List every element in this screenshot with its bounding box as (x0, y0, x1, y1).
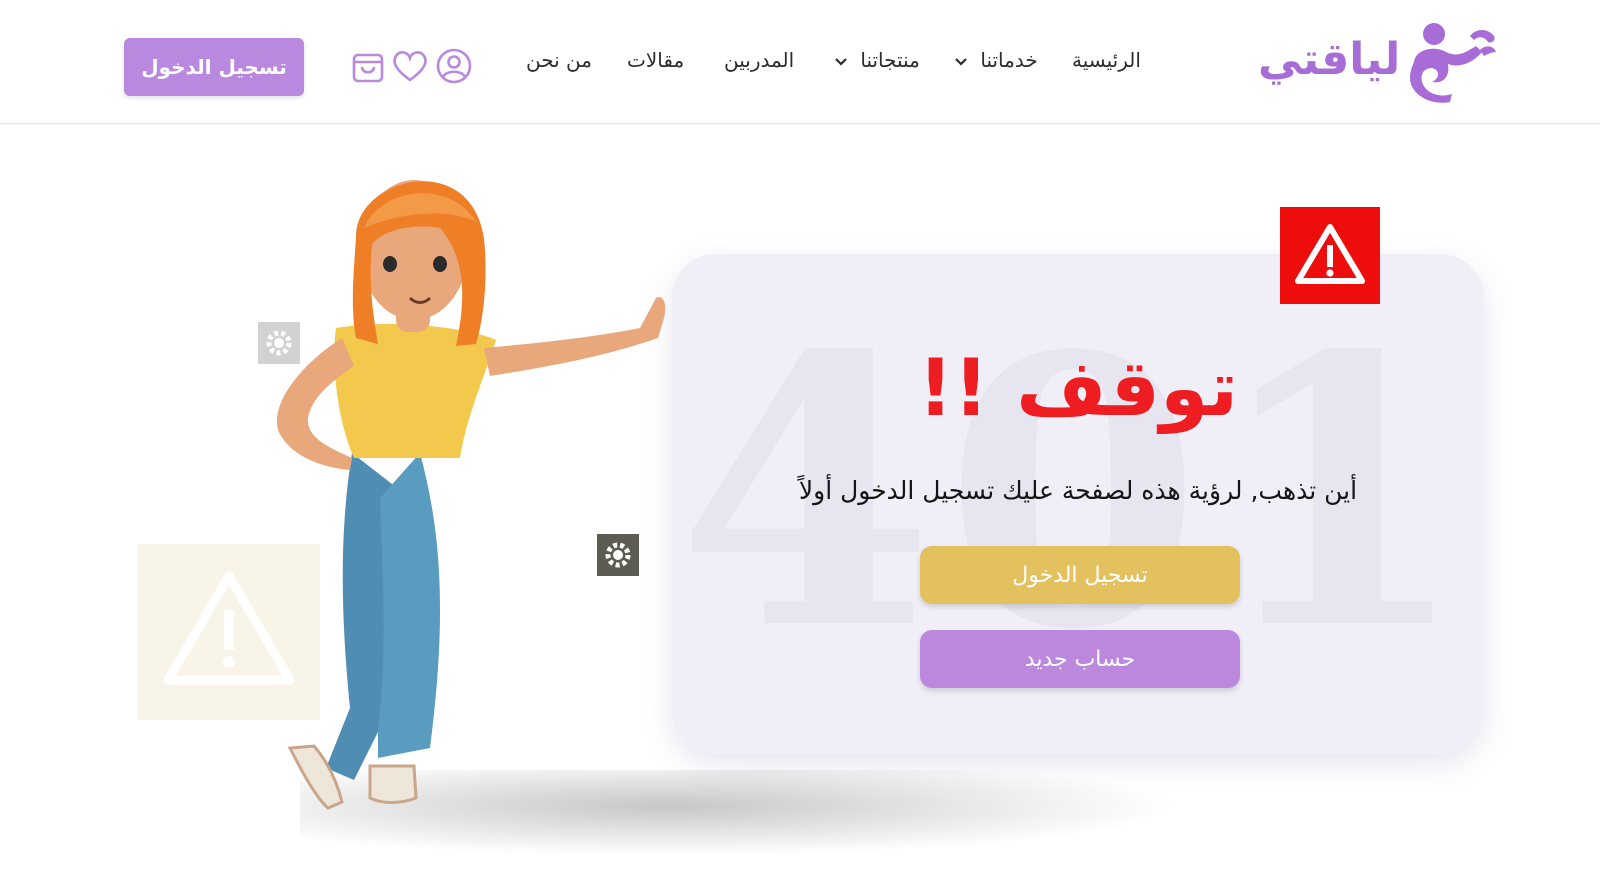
site-header: لياقتي الرئيسية خدماتنا منتجاتنا المدربي… (0, 0, 1600, 124)
nav-item-home[interactable]: الرئيسية (1072, 40, 1141, 80)
nav-item-products[interactable]: منتجاتنا (834, 40, 920, 80)
chevron-down-icon (835, 57, 847, 66)
warning-icon (1280, 207, 1380, 304)
nav-item-label: الرئيسية (1072, 48, 1141, 72)
nav-item-label: خدماتنا (980, 48, 1038, 72)
error-title: توقف !! (917, 344, 1239, 434)
nav-item-label: من نحن (526, 48, 592, 72)
error-message: أين تذهب, لرؤية هذه لصفحة عليك تسجيل الد… (798, 476, 1358, 505)
nav-item-services[interactable]: خدماتنا (954, 40, 1038, 80)
shopping-bag-icon[interactable] (348, 46, 388, 86)
nav-item-articles[interactable]: مقالات (627, 40, 684, 80)
nav-item-about[interactable]: من نحن (526, 40, 592, 80)
error-card: 401 توقف !! أين تذهب, لرؤية هذه لصفحة عل… (672, 254, 1484, 754)
logo-text: لياقتي (1258, 34, 1401, 85)
nav-item-label: مقالات (627, 48, 685, 72)
nav-item-trainers[interactable]: المدربين (724, 40, 794, 80)
header-login-button[interactable]: تسجيل الدخول (124, 38, 304, 96)
register-button[interactable]: حساب جديد (920, 630, 1240, 688)
nav-item-label: منتجاتنا (860, 48, 920, 72)
login-button[interactable]: تسجيل الدخول (920, 546, 1240, 604)
heart-icon[interactable] (390, 46, 430, 86)
chevron-down-icon (955, 57, 967, 66)
nav-item-label: المدربين (724, 48, 795, 72)
user-icon[interactable] (434, 46, 474, 86)
site-logo[interactable]: لياقتي (1258, 22, 1498, 104)
logo-runner-icon (1410, 23, 1496, 103)
character-illustration (276, 180, 666, 810)
